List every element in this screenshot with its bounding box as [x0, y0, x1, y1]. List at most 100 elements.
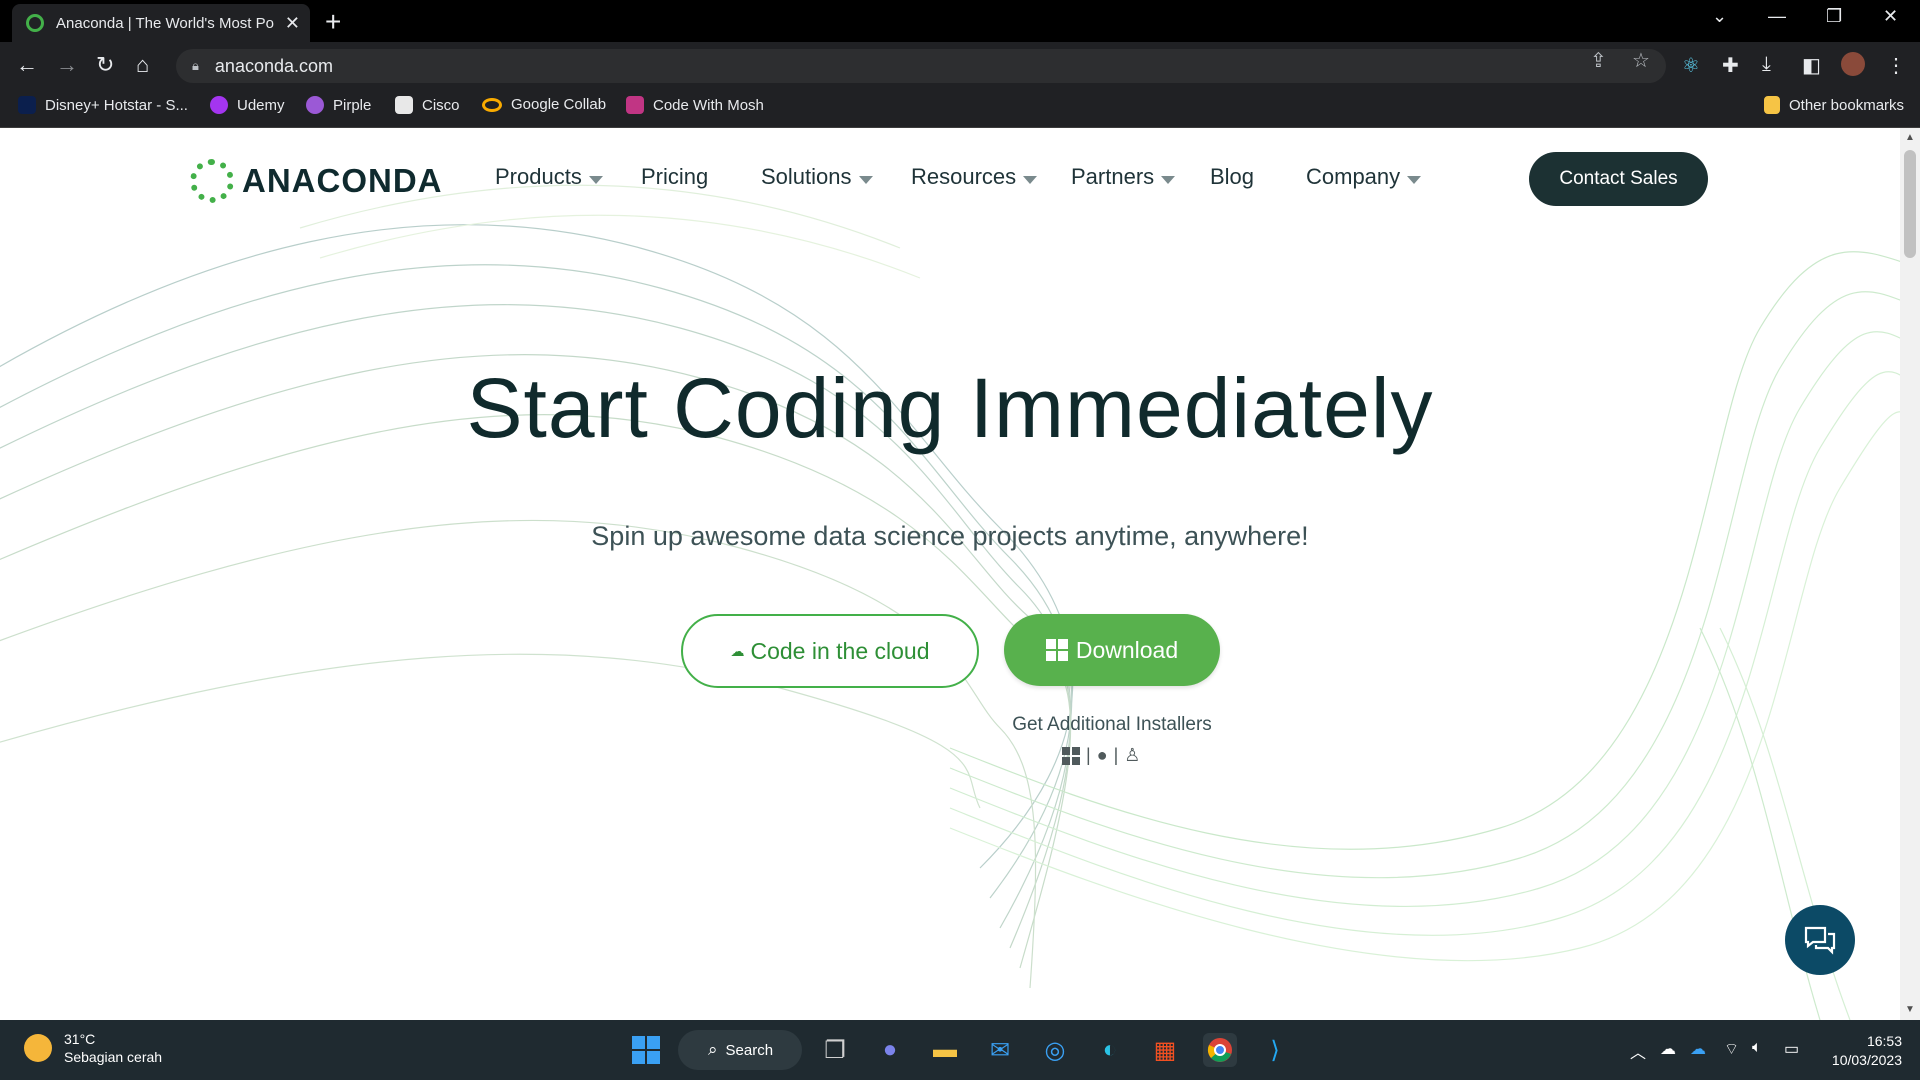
show-hidden-icons[interactable]: ︿ — [1630, 1039, 1646, 1063]
bookmark-item[interactable]: Google Collab — [482, 96, 606, 113]
new-tab-button[interactable]: + — [325, 6, 341, 38]
tab-search-icon[interactable]: ⌄ — [1712, 6, 1727, 27]
lock-icon[interactable]: 🔒︎ — [192, 58, 199, 74]
taskbar-clock[interactable]: 16:53 10/03/2023 — [1822, 1032, 1902, 1070]
back-icon[interactable]: ← — [16, 52, 38, 78]
wave-background — [0, 184, 1900, 1020]
chevron-down-icon — [1023, 176, 1038, 184]
weather-widget[interactable]: 31°C Sebagian cerah — [24, 1030, 162, 1066]
battery-icon[interactable]: ▭ — [1784, 1039, 1799, 1059]
weather-temp: 31°C — [64, 1031, 96, 1047]
forward-icon[interactable]: → — [56, 52, 78, 78]
wifi-icon[interactable]: ⌔ — [1724, 1039, 1739, 1059]
task-view-icon[interactable]: ❐ — [818, 1033, 852, 1067]
weather-sun-icon — [24, 1034, 52, 1062]
search-icon: ⌕ — [708, 1040, 718, 1059]
chat-icon — [1804, 926, 1836, 955]
restore-button[interactable]: ❐ — [1826, 6, 1842, 27]
code-in-cloud-button[interactable]: ☁ Code in the cloud — [681, 614, 979, 688]
vscode-icon[interactable]: ⟩ — [1258, 1033, 1292, 1067]
volume-icon[interactable]: 🔈︎ — [1752, 1039, 1762, 1057]
close-window-button[interactable]: ✕ — [1883, 6, 1898, 27]
cloud-icon: ☁ — [730, 642, 745, 659]
clock-time: 16:53 — [1866, 1033, 1902, 1049]
mosh-icon — [626, 96, 644, 114]
folder-icon — [1764, 96, 1780, 114]
colab-icon — [482, 97, 502, 112]
taskbar-search[interactable]: ⌕ Search — [678, 1030, 802, 1070]
bookmark-star-icon[interactable]: ☆ — [1632, 48, 1650, 73]
udemy-icon — [210, 96, 228, 114]
onedrive-business-icon[interactable]: ☁ — [1690, 1039, 1706, 1059]
chevron-down-icon — [588, 176, 603, 184]
nav-blog[interactable]: Blog — [1210, 164, 1254, 190]
windows-installer-icon[interactable] — [1062, 746, 1080, 765]
share-icon[interactable]: ⇪ — [1590, 48, 1607, 73]
nav-resources[interactable]: Resources — [911, 164, 1038, 190]
other-bookmarks[interactable]: Other bookmarks — [1764, 96, 1904, 114]
chrome-taskbar-icon[interactable] — [1203, 1033, 1237, 1067]
url-text: anaconda.com — [214, 55, 334, 76]
weather-desc: Sebagian cerah — [64, 1049, 163, 1065]
os-installer-links: | ● | ♙ — [1062, 745, 1140, 766]
microsoft-store-icon[interactable]: ▦ — [1148, 1033, 1182, 1067]
extensions-icon[interactable]: ✚ — [1722, 53, 1739, 78]
download-button[interactable]: Download — [1004, 614, 1220, 686]
scrollbar-thumb[interactable] — [1904, 150, 1916, 258]
anaconda-logo[interactable]: ANACONDA — [190, 159, 443, 203]
chevron-down-icon — [1161, 176, 1176, 184]
chevron-down-icon — [858, 176, 873, 184]
nav-company[interactable]: Company — [1306, 164, 1422, 190]
browser-titlebar: Anaconda | The World's Most Po ✕ + ⌄ — ❐… — [0, 0, 1920, 42]
hero-title: Start Coding Immediately — [466, 361, 1434, 455]
chrome-icon — [1207, 1038, 1232, 1062]
browser-tab[interactable]: Anaconda | The World's Most Po ✕ — [12, 4, 310, 42]
home-icon[interactable]: ⌂ — [136, 52, 149, 78]
wireless-display-icon[interactable]: ◎ — [1038, 1033, 1072, 1067]
file-explorer-icon[interactable]: ▬ — [928, 1033, 962, 1067]
windows-taskbar: 31°C Sebagian cerah ⌕ Search ❐ ● ▬ ✉ ◎ ◐… — [0, 1020, 1920, 1080]
scroll-up-icon[interactable]: ▲ — [1905, 132, 1915, 143]
anaconda-favicon-icon — [26, 14, 44, 32]
start-button[interactable] — [629, 1033, 663, 1067]
bookmark-item[interactable]: Cisco — [395, 96, 460, 114]
logo-text: ANACONDA — [242, 162, 443, 199]
mail-icon[interactable]: ✉ — [983, 1033, 1017, 1067]
react-devtools-icon[interactable]: ⚛ — [1682, 53, 1700, 78]
apple-installer-icon[interactable]: ● — [1097, 745, 1108, 766]
contact-sales-button[interactable]: Contact Sales — [1529, 152, 1708, 206]
chat-widget-button[interactable] — [1785, 905, 1855, 975]
onedrive-icon[interactable]: ☁ — [1660, 1039, 1676, 1059]
side-panel-icon[interactable]: ◧ — [1802, 53, 1821, 78]
bookmark-item[interactable]: Udemy — [210, 96, 285, 114]
linux-installer-icon[interactable]: ♙ — [1124, 745, 1140, 766]
hotstar-icon — [18, 96, 36, 114]
minimize-button[interactable]: — — [1768, 6, 1786, 27]
nav-solutions[interactable]: Solutions — [761, 164, 873, 190]
bookmark-item[interactable]: Pirple — [306, 96, 371, 114]
bookmark-item[interactable]: Disney+ Hotstar - S... — [18, 96, 188, 114]
cisco-icon — [395, 96, 413, 114]
bookmark-item[interactable]: Code With Mosh — [626, 96, 764, 114]
browser-toolbar: ← → ↻ ⌂ 🔒︎ anaconda.com ⇪ ☆ ⚛ ✚ ⤓ ◧ ⋮ — [0, 42, 1920, 88]
address-bar[interactable]: 🔒︎ anaconda.com — [176, 49, 1666, 83]
edge-icon[interactable]: ◐ — [1093, 1033, 1127, 1067]
anaconda-ring-icon — [190, 159, 234, 203]
windows-start-icon — [632, 1036, 660, 1064]
nav-partners[interactable]: Partners — [1071, 164, 1176, 190]
bookmarks-bar: Disney+ Hotstar - S... Udemy Pirple Cisc… — [0, 88, 1920, 128]
menu-icon[interactable]: ⋮ — [1886, 53, 1906, 78]
windows-icon — [1045, 639, 1068, 661]
nav-pricing[interactable]: Pricing — [641, 164, 708, 190]
divider: | — [1113, 745, 1119, 765]
reload-icon[interactable]: ↻ — [96, 52, 114, 78]
scroll-down-icon[interactable]: ▼ — [1905, 1004, 1915, 1015]
chevron-down-icon — [1407, 176, 1422, 184]
teams-chat-icon[interactable]: ● — [873, 1033, 907, 1067]
nav-products[interactable]: Products — [495, 164, 603, 190]
page-scrollbar[interactable]: ▲ ▼ — [1900, 128, 1920, 1020]
close-tab-icon[interactable]: ✕ — [285, 13, 300, 34]
download-icon[interactable]: ⤓ — [1762, 53, 1771, 76]
profile-avatar[interactable] — [1841, 52, 1865, 76]
additional-installers-label: Get Additional Installers — [1012, 714, 1212, 735]
